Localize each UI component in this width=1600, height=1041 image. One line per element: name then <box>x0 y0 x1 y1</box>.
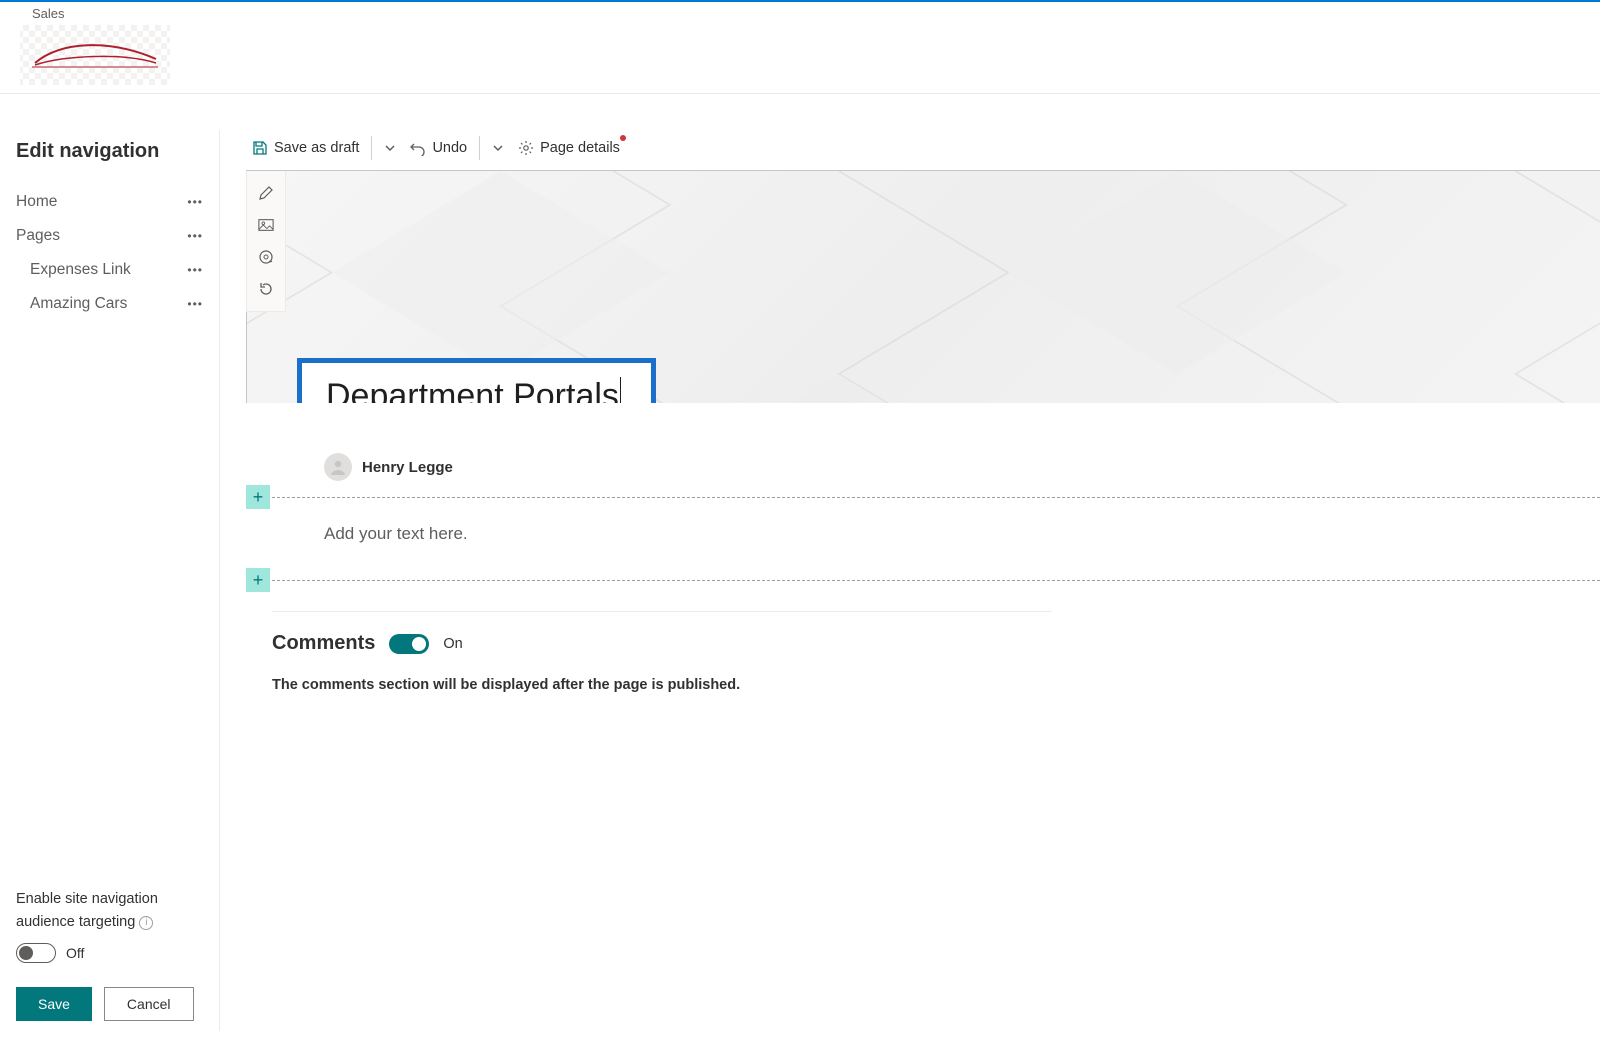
save-button[interactable]: Save <box>16 987 92 1021</box>
site-name-label: Sales <box>32 6 1580 21</box>
save-icon <box>252 140 268 156</box>
page-details-label: Page details <box>540 140 620 156</box>
site-logo[interactable] <box>20 25 170 85</box>
more-icon[interactable]: ••• <box>187 263 203 277</box>
save-as-draft-button[interactable]: Save as draft <box>248 136 363 160</box>
sidebar-title: Edit navigation <box>16 140 203 163</box>
save-dropdown-button[interactable] <box>380 138 400 158</box>
audience-toggle-state: Off <box>66 945 84 961</box>
header-edit-rail <box>246 171 286 312</box>
car-logo-icon <box>30 37 160 73</box>
reset-icon[interactable] <box>258 281 274 297</box>
gear-icon <box>518 140 534 156</box>
more-icon[interactable]: ••• <box>187 195 203 209</box>
focal-point-icon[interactable] <box>258 249 274 265</box>
add-section-button[interactable]: + <box>246 568 270 592</box>
undo-label: Undo <box>432 140 467 156</box>
comments-note: The comments section will be displayed a… <box>272 677 1052 693</box>
topbar: Sales <box>0 0 1600 94</box>
section-divider: + <box>246 580 1600 581</box>
audience-toggle[interactable] <box>16 943 56 963</box>
more-icon[interactable]: ••• <box>187 297 203 311</box>
comments-toggle-state: On <box>443 636 462 652</box>
author-row[interactable]: Henry Legge <box>324 453 1600 481</box>
avatar-icon <box>324 453 352 481</box>
nav-item-label: Expenses Link <box>30 261 131 279</box>
nav-item-label: Home <box>16 193 57 211</box>
undo-button[interactable]: Undo <box>406 136 471 160</box>
undo-icon <box>410 140 426 156</box>
info-icon[interactable]: i <box>139 916 153 930</box>
author-name: Henry Legge <box>362 459 453 476</box>
chevron-down-icon <box>384 142 396 154</box>
nav-item-label: Pages <box>16 227 60 245</box>
sidebar-footer: Enable site navigation audience targetin… <box>16 890 203 1031</box>
cancel-button[interactable]: Cancel <box>104 987 194 1021</box>
audience-targeting-label: Enable site navigation audience targetin… <box>16 890 196 933</box>
edit-icon[interactable] <box>258 185 274 201</box>
page-title-input[interactable]: Department Portals <box>297 358 656 403</box>
command-bar: Save as draft Undo Page det <box>220 130 1600 170</box>
section-divider: + <box>246 497 1600 498</box>
comments-toggle[interactable] <box>389 634 429 654</box>
text-webpart-placeholder[interactable]: Add your text here. <box>324 524 1600 544</box>
nav-item-home[interactable]: Home ••• <box>16 185 203 219</box>
add-section-button[interactable]: + <box>246 485 270 509</box>
undo-dropdown-button[interactable] <box>488 138 508 158</box>
nav-item-list: Home ••• Pages ••• Expenses Link ••• Ama… <box>16 185 203 890</box>
comments-title: Comments <box>272 632 375 655</box>
audience-toggle-row: Off <box>16 943 203 963</box>
main-content: Save as draft Undo Page det <box>220 130 1600 1031</box>
save-as-draft-label: Save as draft <box>274 140 359 156</box>
nav-item-pages[interactable]: Pages ••• <box>16 219 203 253</box>
edit-navigation-sidebar: Edit navigation Home ••• Pages ••• Expen… <box>0 130 220 1031</box>
chevron-down-icon <box>492 142 504 154</box>
more-icon[interactable]: ••• <box>187 229 203 243</box>
page-title-text: Department Portals <box>326 377 621 403</box>
page-header-area[interactable]: Department Portals <box>246 171 1600 403</box>
nav-item-amazing-cars[interactable]: Amazing Cars ••• <box>16 287 203 321</box>
nav-item-label: Amazing Cars <box>30 295 127 313</box>
nav-item-expenses-link[interactable]: Expenses Link ••• <box>16 253 203 287</box>
notification-dot-icon <box>620 135 626 141</box>
comments-section: Comments On The comments section will be… <box>272 611 1052 693</box>
image-icon[interactable] <box>258 217 274 233</box>
page-canvas: Department Portals Henry Legge + Add you… <box>246 170 1600 693</box>
page-details-button[interactable]: Page details <box>514 136 624 160</box>
